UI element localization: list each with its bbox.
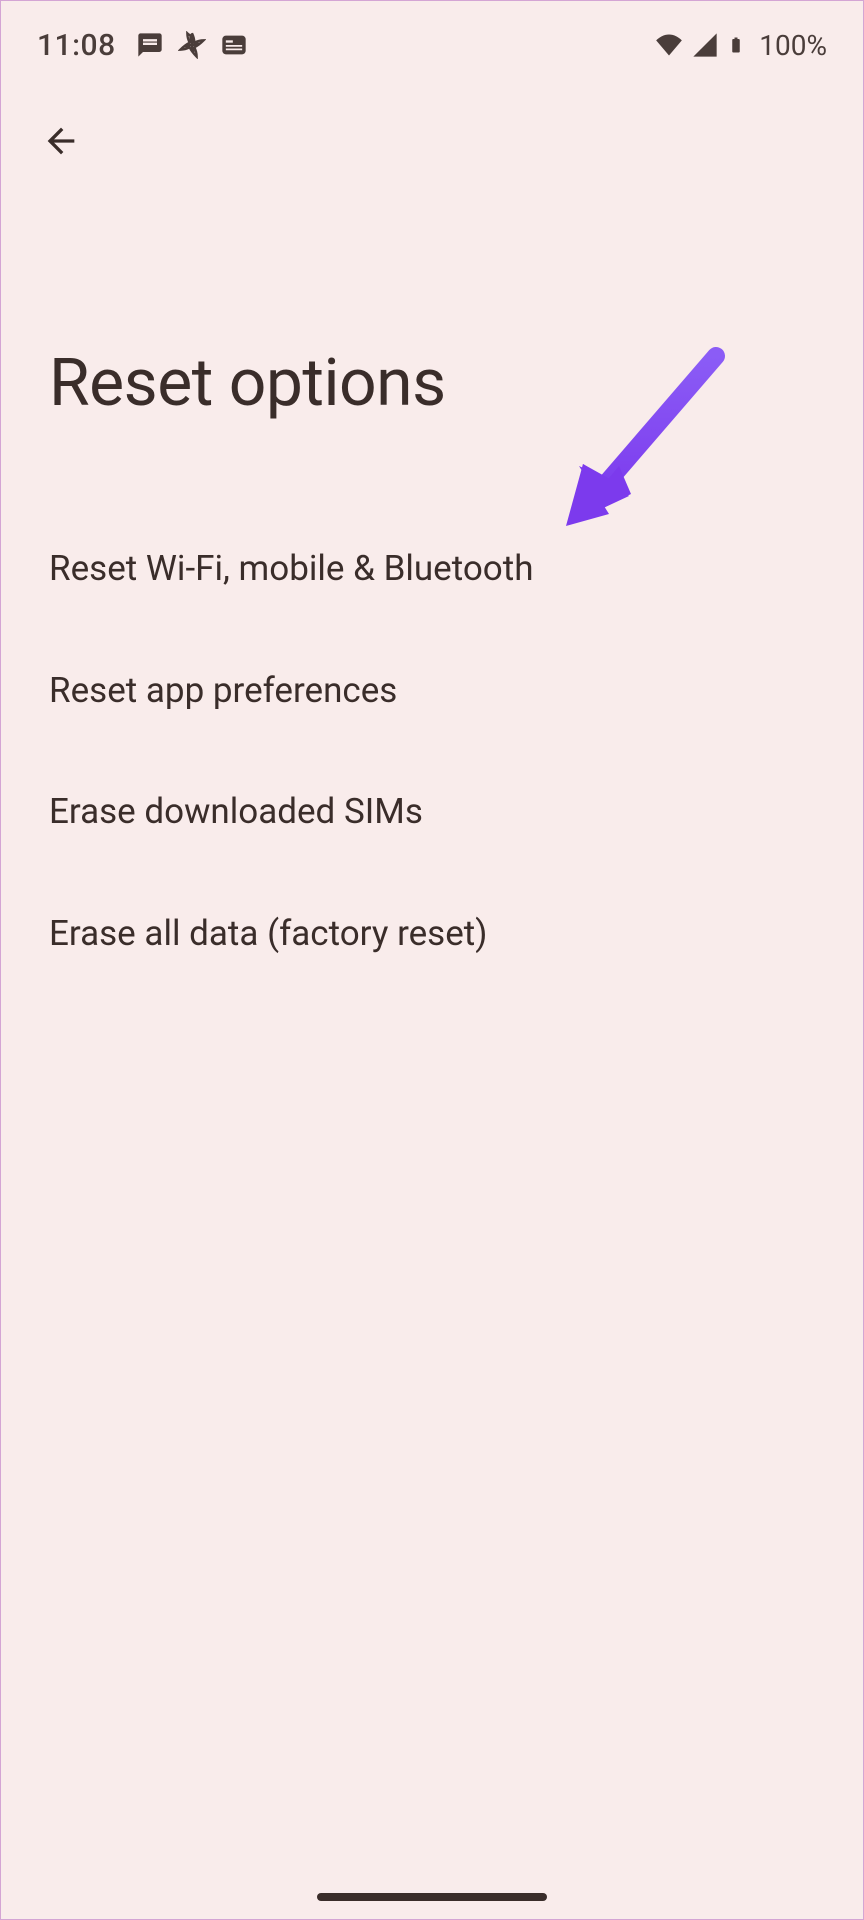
option-reset-wifi-mobile-bluetooth[interactable]: Reset Wi-Fi, mobile & Bluetooth xyxy=(1,508,863,630)
gesture-nav-bar[interactable] xyxy=(317,1893,547,1901)
notification-icons xyxy=(136,31,248,59)
status-bar: 11:08 100% xyxy=(1,1,863,77)
option-label: Reset Wi-Fi, mobile & Bluetooth xyxy=(49,548,534,589)
option-erase-all-data-factory-reset[interactable]: Erase all data (factory reset) xyxy=(1,873,863,995)
header-row xyxy=(1,77,863,185)
option-label: Erase all data (factory reset) xyxy=(49,913,487,954)
message-icon xyxy=(136,31,164,59)
option-label: Reset app preferences xyxy=(49,670,397,711)
option-label: Erase downloaded SIMs xyxy=(49,791,423,832)
cellular-signal-icon xyxy=(691,31,719,59)
pinwheel-icon xyxy=(178,31,206,59)
option-reset-app-preferences[interactable]: Reset app preferences xyxy=(1,630,863,752)
status-right-group: 100% xyxy=(655,29,827,62)
back-button[interactable] xyxy=(37,117,85,165)
status-left-group: 11:08 xyxy=(37,28,248,63)
arrow-back-icon xyxy=(41,121,81,161)
options-list: Reset Wi-Fi, mobile & Bluetooth Reset ap… xyxy=(1,482,863,1020)
news-icon xyxy=(220,31,248,59)
wifi-icon xyxy=(655,31,683,59)
battery-icon xyxy=(727,31,745,59)
battery-percent: 100% xyxy=(759,29,827,62)
status-time: 11:08 xyxy=(37,28,116,63)
option-erase-downloaded-sims[interactable]: Erase downloaded SIMs xyxy=(1,751,863,873)
page-title: Reset options xyxy=(1,185,863,482)
